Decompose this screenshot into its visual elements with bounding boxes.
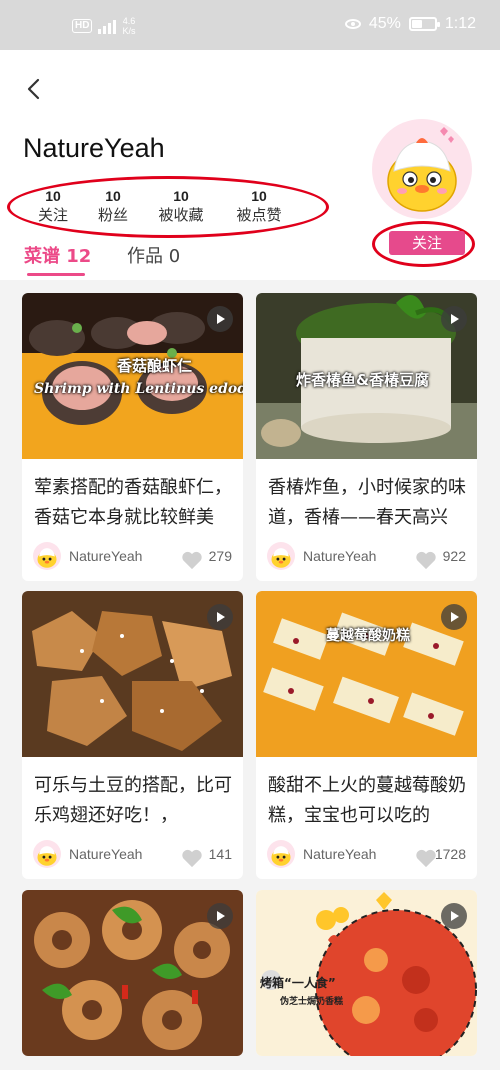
heart-icon[interactable] bbox=[415, 550, 437, 570]
author-name[interactable]: NatureYeah bbox=[69, 548, 142, 564]
recipe-card[interactable]: 蔓越莓酸奶糕 酸甜不上火的蔓越莓酸奶糕，宝宝也可以吃的 NatureYeah 1… bbox=[256, 591, 477, 879]
stat-value: 10 bbox=[105, 188, 121, 204]
follow-button[interactable]: 关注 bbox=[389, 231, 465, 255]
recipe-title[interactable]: 香椿炸鱼，小时候家的味道，香椿——春天高兴 bbox=[256, 459, 477, 533]
status-right: 45% 1:12 bbox=[344, 15, 476, 33]
like-count: 279 bbox=[208, 548, 232, 564]
battery-icon bbox=[408, 17, 440, 31]
recipe-title[interactable]: 酸甜不上火的蔓越莓酸奶糕，宝宝也可以吃的 bbox=[256, 757, 477, 831]
network-speed: 4.6 K/s bbox=[122, 16, 135, 36]
heart-icon[interactable] bbox=[181, 550, 203, 570]
recipe-thumbnail[interactable]: 蔓越莓酸奶糕 bbox=[256, 591, 477, 757]
chick-avatar-icon bbox=[37, 846, 57, 866]
stat-value: 10 bbox=[251, 188, 267, 204]
profile-avatar[interactable] bbox=[372, 119, 472, 219]
thumbnail-caption: 蔓越莓酸奶糕 bbox=[326, 628, 410, 644]
play-icon[interactable] bbox=[207, 306, 233, 332]
recipe-thumbnail[interactable] bbox=[22, 591, 243, 757]
stat-value: 10 bbox=[173, 188, 189, 204]
like-count: 1728 bbox=[434, 846, 466, 862]
author-avatar[interactable] bbox=[33, 840, 61, 868]
chick-avatar-icon bbox=[271, 846, 291, 866]
stat-collected[interactable]: 10 被收藏 bbox=[155, 187, 207, 225]
card-footer: NatureYeah 922 bbox=[256, 533, 477, 581]
heart-icon[interactable] bbox=[415, 848, 437, 868]
like-count: 141 bbox=[208, 846, 232, 862]
stat-followers[interactable]: 10 粉丝 bbox=[96, 187, 130, 225]
recipe-card[interactable]: 烤箱“一人食” 伪芝士焗奶香糕 bbox=[256, 890, 477, 1056]
thumbnail-caption: 炸香椿鱼&香椿豆腐 bbox=[296, 371, 430, 389]
author-avatar[interactable] bbox=[267, 840, 295, 868]
speed-value: 4.6 bbox=[122, 16, 136, 26]
recipe-title[interactable]: 可乐与土豆的搭配，比可乐鸡翅还好吃！， bbox=[22, 757, 243, 831]
eye-comfort-icon bbox=[344, 19, 361, 29]
stat-liked[interactable]: 10 被点赞 bbox=[233, 187, 285, 225]
network-type-badge: HD bbox=[72, 19, 93, 33]
stat-label: 粉丝 bbox=[97, 206, 128, 224]
thumbnail-caption: 香菇酿虾仁 bbox=[117, 357, 193, 375]
back-button[interactable] bbox=[22, 74, 46, 104]
recipe-feed[interactable]: 香菇酿虾仁 Shrimp with Lentinus edodes 荤素搭配的香… bbox=[0, 280, 500, 1070]
battery-fill bbox=[411, 20, 422, 28]
author-name[interactable]: NatureYeah bbox=[303, 548, 376, 564]
signal-icon bbox=[98, 18, 117, 34]
clock: 1:12 bbox=[444, 15, 476, 32]
like-count: 922 bbox=[442, 548, 466, 564]
author-avatar[interactable] bbox=[267, 542, 295, 570]
author-avatar[interactable] bbox=[33, 542, 61, 570]
recipe-thumbnail[interactable] bbox=[22, 890, 243, 1056]
recipe-card[interactable]: 可乐与土豆的搭配，比可乐鸡翅还好吃！， NatureYeah 141 bbox=[22, 591, 243, 879]
play-icon[interactable] bbox=[207, 903, 233, 929]
stat-label: 被点赞 bbox=[236, 206, 282, 224]
play-icon[interactable] bbox=[441, 604, 467, 630]
chick-avatar-icon bbox=[271, 548, 291, 568]
card-footer: NatureYeah 279 bbox=[22, 533, 243, 581]
chevron-left-icon bbox=[27, 78, 40, 100]
stat-following[interactable]: 10 关注 bbox=[36, 187, 70, 225]
heart-icon[interactable] bbox=[181, 848, 203, 868]
author-name[interactable]: NatureYeah bbox=[303, 846, 376, 862]
stat-label: 关注 bbox=[37, 206, 68, 224]
recipe-card[interactable] bbox=[22, 890, 243, 1056]
status-bar: HD 4.6 K/s 45% 1:12 bbox=[0, 0, 500, 50]
stat-value: 10 bbox=[45, 188, 61, 204]
profile-username: NatureYeah bbox=[23, 133, 165, 163]
card-footer: NatureYeah 1728 bbox=[256, 831, 477, 879]
recipe-thumbnail[interactable]: 香菇酿虾仁 Shrimp with Lentinus edodes bbox=[22, 293, 243, 459]
battery-percent: 45% bbox=[368, 15, 401, 32]
play-icon[interactable] bbox=[441, 903, 467, 929]
active-tab-indicator bbox=[27, 273, 85, 276]
status-left: HD 4.6 K/s bbox=[72, 16, 135, 36]
play-icon[interactable] bbox=[441, 306, 467, 332]
author-name[interactable]: NatureYeah bbox=[69, 846, 142, 862]
thumbnail-caption: 烤箱“一人食” bbox=[260, 976, 336, 990]
recipe-card[interactable]: 香菇酿虾仁 Shrimp with Lentinus edodes 荤素搭配的香… bbox=[22, 293, 243, 581]
speed-unit: K/s bbox=[122, 26, 136, 36]
recipe-thumbnail[interactable]: 烤箱“一人食” 伪芝士焗奶香糕 bbox=[256, 890, 477, 1056]
recipe-card[interactable]: 炸香椿鱼&香椿豆腐 香椿炸鱼，小时候家的味道，香椿——春天高兴 NatureYe… bbox=[256, 293, 477, 581]
recipe-title[interactable]: 荤素搭配的香菇酿虾仁，香菇它本身就比较鲜美 bbox=[22, 459, 243, 533]
play-icon[interactable] bbox=[207, 604, 233, 630]
tab-works[interactable]: 作品 0 bbox=[127, 242, 180, 268]
stat-label: 被收藏 bbox=[158, 206, 204, 224]
chick-avatar-icon bbox=[37, 548, 57, 568]
tab-recipes[interactable]: 菜谱 12 bbox=[24, 242, 91, 268]
thumbnail-subcaption: 伪芝士焗奶香糕 bbox=[280, 997, 344, 1007]
card-footer: NatureYeah 141 bbox=[22, 831, 243, 879]
thumbnail-caption-en: Shrimp with Lentinus edodes bbox=[34, 381, 243, 397]
recipe-thumbnail[interactable]: 炸香椿鱼&香椿豆腐 bbox=[256, 293, 477, 459]
chick-avatar-icon bbox=[387, 127, 457, 212]
